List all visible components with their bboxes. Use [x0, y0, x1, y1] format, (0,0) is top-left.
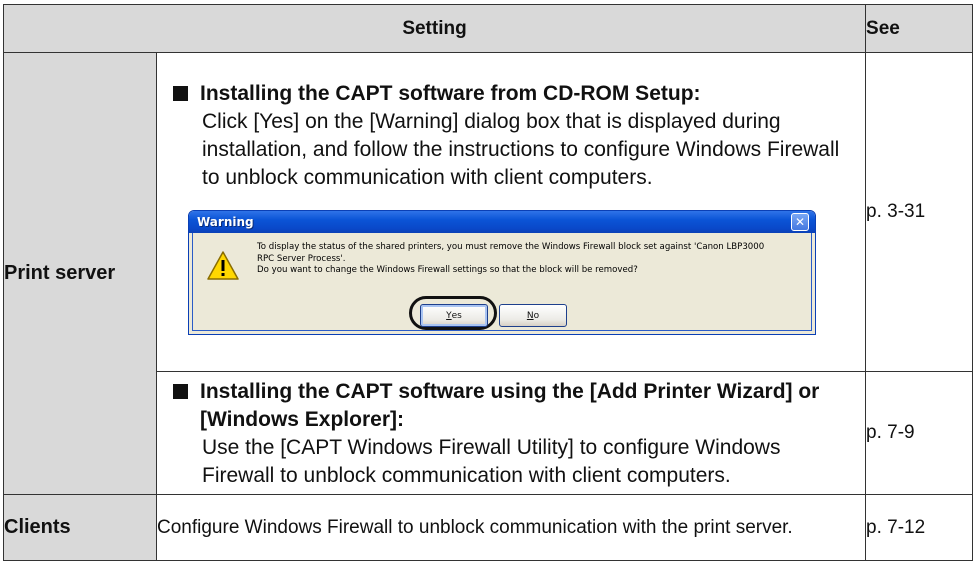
dialog-title: Warning: [197, 215, 254, 229]
bullet-square-icon: [173, 384, 188, 399]
page-ref-wizard: p. 7-9: [865, 371, 974, 495]
page-ref-clients: p. 7-12: [865, 494, 974, 561]
cell-add-printer-wizard: Installing the CAPT software using the […: [155, 371, 867, 495]
header-see: See: [865, 4, 974, 53]
bullet-square-icon: [173, 86, 188, 101]
section-body-cd-rom: Click [Yes] on the [Warning] dialog box …: [202, 110, 840, 189]
warning-icon: [207, 251, 239, 280]
dialog-body: To display the status of the shared prin…: [192, 233, 812, 331]
dialog-message-line: Do you want to change the Windows Firewa…: [257, 265, 638, 275]
dialog-message-line: To display the status of the shared prin…: [257, 242, 765, 252]
cell-clients: Configure Windows Firewall to unblock co…: [155, 494, 867, 561]
section-title-wizard: Installing the CAPT software using the […: [171, 378, 855, 434]
row-label-print-server: Print server: [3, 52, 157, 495]
yes-button[interactable]: Yes: [420, 304, 488, 327]
warning-dialog: Warning ✕ To display the status of the s…: [188, 210, 816, 335]
dialog-message: To display the status of the shared prin…: [257, 242, 803, 277]
section-body-wizard: Use the [CAPT Windows Firewall Utility] …: [202, 436, 781, 487]
close-icon[interactable]: ✕: [791, 213, 809, 231]
header-setting: Setting: [2, 4, 867, 53]
no-button[interactable]: No: [499, 304, 567, 327]
section-title-cd-rom: Installing the CAPT software from CD-ROM…: [171, 80, 855, 108]
row-label-clients: Clients: [3, 494, 157, 561]
settings-table: Setting See Print server Installing the …: [2, 4, 974, 561]
page-ref-cd-rom: p. 3-31: [865, 52, 974, 372]
dialog-message-line: RPC Server Process'.: [257, 253, 346, 264]
cell-cd-rom-setup: Installing the CAPT software from CD-ROM…: [155, 52, 867, 372]
dialog-titlebar: Warning ✕: [189, 211, 815, 233]
